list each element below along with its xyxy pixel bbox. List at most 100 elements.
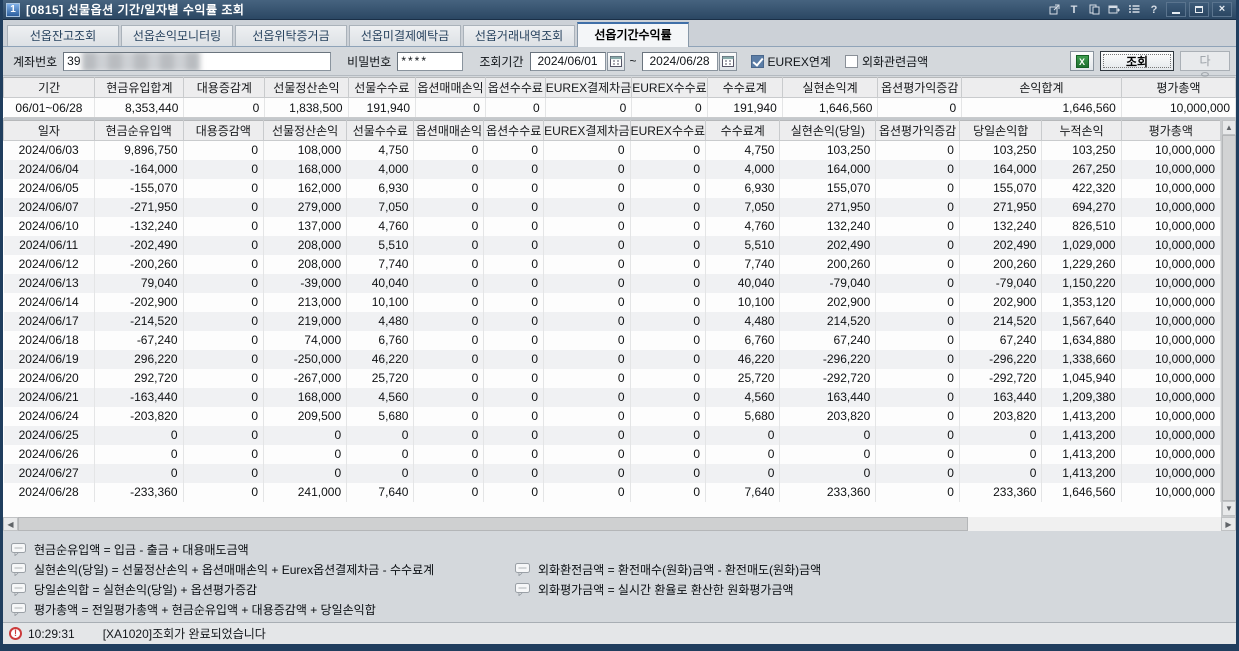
cell: 10,100 [705,292,781,312]
cell: -292,720 [959,368,1043,388]
cell: 0 [346,425,415,445]
scroll-up-icon[interactable]: ▲ [1222,120,1236,135]
cell: 0 [183,368,265,388]
scroll-right-icon[interactable]: ▶ [1221,517,1236,531]
table-row: 2024/06/10 -132,240 0 137,000 4,760 0 0 0 0 4,760… [3,216,1222,236]
column-header: EUREX수수료 [631,77,708,98]
cell: 6,760 [705,330,781,350]
cell: 826,510 [1041,216,1122,236]
cell: 0 [630,216,707,236]
cell: 10,000,000 [1121,216,1222,236]
popout-icon[interactable] [1045,2,1063,17]
tab-futopt-period-return[interactable]: 선옵기간수익률 [577,22,689,47]
maximize-button[interactable] [1189,2,1209,17]
tab-futopt-trade-history[interactable]: 선옵거래내역조회 [463,25,575,46]
tab-futopt-balance[interactable]: 선옵잔고조회 [7,25,119,46]
vertical-scroll-thumb[interactable] [1222,135,1236,501]
cell: 7,740 [705,254,781,274]
legend-text: 실현손익(당일) = 선물정산손익 + 옵션매매손익 + Eurex옵션결제차금… [34,562,435,577]
period-label: 조회기간 [479,54,524,69]
vertical-scrollbar[interactable]: ▲ ▼ [1221,120,1236,516]
cell: 0 [183,197,265,217]
help-icon[interactable]: ? [1145,2,1163,17]
table-row: 2024/06/07 -271,950 0 279,000 7,050 0 0 0 0 7,050… [3,197,1222,217]
cell: 164,000 [959,159,1043,179]
cell: 422,320 [1041,178,1122,198]
eurex-link-checkbox[interactable] [750,54,764,68]
cell: 2024/06/28 [3,482,95,502]
cell: 103,250 [959,140,1043,160]
excel-export-button[interactable]: X [1070,51,1094,71]
cell: 7,640 [346,482,415,502]
cell: 4,750 [346,140,415,160]
calendar-from-icon[interactable] [606,51,625,71]
tab-futopt-open-interest-deposit[interactable]: 선옵미결제예탁금 [349,25,461,46]
cell: 0 [183,159,265,179]
cell: 200,260 [779,254,877,274]
cell: 25,720 [705,368,781,388]
speech-bubble-icon [515,562,530,576]
account-value: 39 [67,54,81,68]
cell: 0 [413,235,485,255]
cell: 2024/06/26 [3,444,95,464]
cell: 0 [483,273,545,293]
calendar-to-icon[interactable] [718,51,737,71]
cell: 0 [705,444,781,464]
minimize-button[interactable] [1166,2,1186,17]
cell: 0 [875,311,960,331]
cell: 0 [543,159,631,179]
period-from-input[interactable] [529,51,606,71]
cell: 10,000,000 [1121,330,1222,350]
scroll-down-icon[interactable]: ▼ [1222,501,1236,516]
cell: -267,000 [263,368,348,388]
cell: 0 [413,425,485,445]
account-input[interactable]: 39 [63,51,332,71]
cell: -250,000 [263,349,348,369]
search-button[interactable]: 조회 [1100,51,1174,71]
horizontal-scroll-thumb[interactable] [18,517,969,531]
cell: 0 [875,463,960,483]
cell: 10,000,000 [1121,97,1236,118]
period-to-input[interactable] [641,51,718,71]
legend-item: 현금순유입액 = 입금 - 출금 + 대용매도금액 [11,539,1236,559]
menu-list-icon[interactable] [1125,2,1143,17]
tab-futopt-pl-monitoring[interactable]: 선옵손익모니터링 [121,25,233,46]
grid-section: 기간 현금유입합계 대용증감계 선물정산손익 선물수수료 옵션매매손익 옵션수수료 EUREX… [3,76,1236,531]
copy-icon[interactable] [1085,2,1103,17]
cell: 2024/06/17 [3,311,95,331]
tab-futopt-margin[interactable]: 선옵위탁증거금 [235,25,347,46]
formula-legend: 현금순유입액 = 입금 - 출금 + 대용매도금액실현손익(당일) = 선물정산… [3,531,1236,622]
column-header: 대용증감액 [182,120,265,141]
cell: 0 [413,159,485,179]
cell: 0 [959,425,1043,445]
cell: 241,000 [263,482,348,502]
cell: 0 [483,425,545,445]
cell: 2024/06/03 [3,140,95,160]
cell: 0 [483,482,545,502]
cell: 0 [346,444,415,464]
cell: 10,000,000 [1121,273,1222,293]
cell: 0 [183,97,266,118]
cell: 0 [413,292,485,312]
cell: 5,510 [705,235,781,255]
table-row: 2024/06/05 -155,070 0 162,000 6,930 0 0 0 0 6,930… [3,178,1222,198]
cell: 292,720 [94,368,184,388]
password-input[interactable] [397,51,464,71]
column-header: 선물수수료 [346,120,415,141]
cell: 5,680 [705,406,781,426]
column-header: 평가총액 [1120,120,1222,141]
cell: 67,240 [959,330,1043,350]
new-window-icon[interactable] [1105,2,1123,17]
cell: 6,760 [346,330,415,350]
fx-amount-checkbox[interactable] [844,54,858,68]
horizontal-scrollbar[interactable]: ◀ ▶ [3,516,1236,531]
speech-bubble-icon [515,582,530,596]
next-button[interactable]: 다음 [1180,51,1230,85]
close-button[interactable]: × [1212,2,1232,17]
cell: 0 [543,197,631,217]
font-icon[interactable]: T [1065,2,1083,17]
cell: 7,740 [346,254,415,274]
scroll-left-icon[interactable]: ◀ [3,517,18,531]
speech-bubble-icon [11,562,26,576]
cell: -155,070 [94,178,184,198]
